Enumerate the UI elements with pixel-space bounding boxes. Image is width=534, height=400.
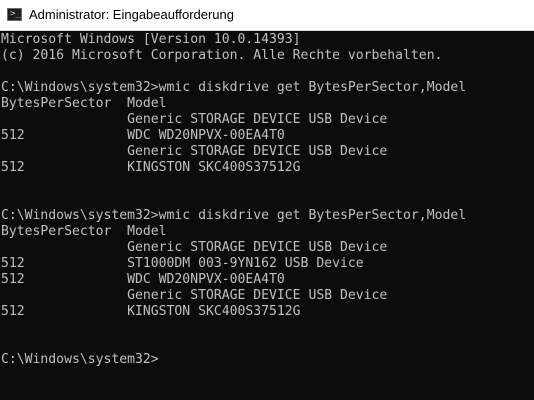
console-line: Generic STORAGE DEVICE USB Device bbox=[1, 288, 388, 303]
console-line: Generic STORAGE DEVICE USB Device bbox=[1, 240, 388, 255]
console-line: C:\Windows\system32>wmic diskdrive get B… bbox=[1, 208, 467, 223]
console-line: BytesPerSector Model bbox=[1, 96, 167, 111]
console-line: BytesPerSector Model bbox=[1, 224, 167, 239]
command-prompt-window: >_ Administrator: Eingabeaufforderung Mi… bbox=[0, 0, 534, 400]
console-line: Microsoft Windows [Version 10.0.14393] bbox=[1, 32, 301, 47]
console-line: 512 ST1000DM 003-9YN162 USB Device bbox=[1, 256, 364, 271]
console-line: 512 KINGSTON SKC400S37512G bbox=[1, 304, 301, 319]
console-line: Generic STORAGE DEVICE USB Device bbox=[1, 144, 388, 159]
window-title: Administrator: Eingabeaufforderung bbox=[29, 7, 234, 22]
console-line: 512 WDC WD20NPVX-00EA4T0 bbox=[1, 272, 285, 287]
console-line: (c) 2016 Microsoft Corporation. Alle Rec… bbox=[1, 48, 443, 63]
console-lines: Microsoft Windows [Version 10.0.14393] (… bbox=[1, 32, 466, 368]
console-line: 512 WDC WD20NPVX-00EA4T0 bbox=[1, 128, 285, 143]
console-output[interactable]: Microsoft Windows [Version 10.0.14393] (… bbox=[0, 32, 534, 400]
console-line: Generic STORAGE DEVICE USB Device bbox=[1, 112, 388, 127]
console-line: 512 KINGSTON SKC400S37512G bbox=[1, 160, 301, 175]
command-prompt-line: C:\Windows\system32> bbox=[1, 352, 159, 367]
console-line: C:\Windows\system32>wmic diskdrive get B… bbox=[1, 80, 467, 95]
cmd-icon: >_ bbox=[7, 8, 22, 21]
title-bar[interactable]: >_ Administrator: Eingabeaufforderung bbox=[0, 0, 534, 31]
